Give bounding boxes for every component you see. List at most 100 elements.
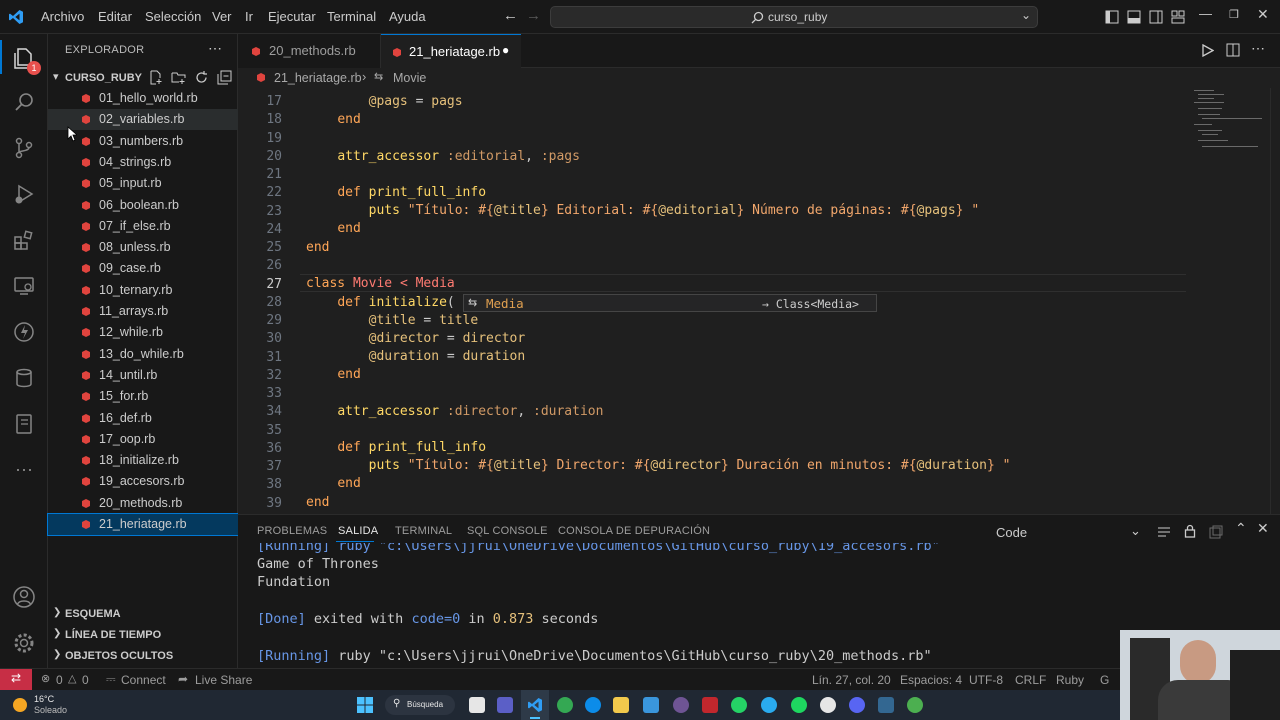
menu-editar[interactable]: Editar xyxy=(98,9,132,24)
file-item[interactable]: 14_until.rb xyxy=(48,365,238,386)
file-item[interactable]: 17_oop.rb xyxy=(48,429,238,450)
code-line[interactable]: @director = director xyxy=(306,331,526,346)
testing-icon[interactable] xyxy=(8,316,40,348)
file-item[interactable]: 10_ternary.rb xyxy=(48,280,238,301)
discord-icon[interactable] xyxy=(849,697,865,713)
search-icon[interactable] xyxy=(8,86,40,118)
restore-icon[interactable]: ❐ xyxy=(1229,8,1239,21)
customize-layout-icon[interactable] xyxy=(1171,10,1185,24)
file-item[interactable]: 18_initialize.rb xyxy=(48,450,238,471)
language-mode[interactable]: Ruby xyxy=(1056,673,1084,687)
file-item[interactable]: 21_heriatage.rb xyxy=(47,513,239,536)
windows-start-icon[interactable] xyxy=(357,697,373,713)
editor-scrollbar[interactable] xyxy=(1270,88,1278,514)
weather-desc[interactable]: Soleado xyxy=(34,705,67,715)
menu-ayuda[interactable]: Ayuda xyxy=(389,9,426,24)
breadcrumb-file[interactable]: 21_heriatage.rb xyxy=(274,71,362,85)
folder-header[interactable]: ▾ CURSO_RUBY xyxy=(48,68,238,88)
files-icon[interactable]: 1 xyxy=(8,42,41,75)
code-line[interactable]: end xyxy=(306,476,360,491)
teams-icon[interactable] xyxy=(497,697,513,713)
source-control-icon[interactable] xyxy=(8,132,40,164)
code-line[interactable]: def initialize( xyxy=(306,295,454,310)
file-explorer-icon[interactable] xyxy=(613,697,629,713)
panel-tab-terminal[interactable]: TERMINAL xyxy=(395,525,452,537)
code-line[interactable]: attr_accessor :editorial, :pags xyxy=(306,149,580,164)
section-hidden-objects[interactable]: ❯ OBJETOS OCULTOS xyxy=(48,646,238,666)
account-icon[interactable] xyxy=(8,581,40,613)
file-item[interactable]: 09_case.rb xyxy=(48,258,238,279)
code-line[interactable]: attr_accessor :director, :duration xyxy=(306,404,603,419)
status-extra[interactable]: G xyxy=(1100,673,1109,687)
breadcrumb-symbol[interactable]: Movie xyxy=(393,71,426,85)
file-item[interactable]: 16_def.rb xyxy=(48,408,238,429)
code-line[interactable]: puts "Título: #{@title} Director: #{@dir… xyxy=(306,458,1011,473)
autocomplete-item[interactable]: Media xyxy=(486,296,524,311)
app-hs-icon[interactable] xyxy=(907,697,923,713)
panel-tab-problems[interactable]: PROBLEMAS xyxy=(257,525,327,537)
code-line[interactable]: puts "Título: #{@title} Editorial: #{@ed… xyxy=(306,203,980,218)
code-line[interactable]: @title = title xyxy=(306,313,479,328)
autocomplete-popup[interactable]: ⇆ Media → Class<Media> xyxy=(463,294,877,312)
collapse-all-icon[interactable] xyxy=(217,70,232,85)
unsaved-dot-icon[interactable]: ● xyxy=(502,43,509,57)
menu-terminal[interactable]: Terminal xyxy=(327,9,376,24)
file-item[interactable]: 05_input.rb xyxy=(48,173,238,194)
chevron-down-icon[interactable]: ⌄ xyxy=(1021,8,1031,22)
minimap[interactable] xyxy=(1190,88,1268,158)
section-timeline[interactable]: ❯ LÍNEA DE TIEMPO xyxy=(48,625,238,645)
file-item[interactable]: 13_do_while.rb xyxy=(48,344,238,365)
telegram-icon[interactable] xyxy=(761,697,777,713)
error-count[interactable]: 0 xyxy=(56,673,63,687)
file-item[interactable]: 12_while.rb xyxy=(48,322,238,343)
error-icon[interactable]: ⊗ xyxy=(41,672,50,685)
panel-tab-debug-console[interactable]: CONSOLA DE DEPURACIÓN xyxy=(558,525,710,537)
postgres-icon[interactable] xyxy=(878,697,894,713)
edge-icon[interactable] xyxy=(585,697,601,713)
connect-label[interactable]: Connect xyxy=(121,673,166,687)
code-line[interactable]: def print_full_info xyxy=(306,440,486,455)
open-in-editor-icon[interactable] xyxy=(1209,525,1223,539)
code-line[interactable]: @duration = duration xyxy=(306,349,526,364)
obs-icon[interactable] xyxy=(820,697,836,713)
menu-ir[interactable]: Ir xyxy=(245,9,253,24)
toggle-secondary-sidebar-icon[interactable] xyxy=(1149,10,1163,24)
clear-output-icon[interactable] xyxy=(1157,525,1171,539)
eol[interactable]: CRLF xyxy=(1015,673,1046,687)
indentation[interactable]: Espacios: 4 xyxy=(900,673,962,687)
run-debug-icon[interactable] xyxy=(8,178,40,210)
menu-seleccion[interactable]: Selección xyxy=(145,9,201,24)
menu-archivo[interactable]: Archivo xyxy=(41,9,84,24)
toggle-sidebar-icon[interactable] xyxy=(1105,10,1119,24)
code-line[interactable]: end xyxy=(306,240,329,255)
output-channel-select[interactable]: Code ⌄ xyxy=(993,521,1143,543)
cursor-position[interactable]: Lín. 27, col. 20 xyxy=(812,673,891,687)
code-line[interactable]: end xyxy=(306,495,329,510)
file-item[interactable]: 07_if_else.rb xyxy=(48,216,238,237)
encoding[interactable]: UTF-8 xyxy=(969,673,1003,687)
menu-ejecutar[interactable]: Ejecutar xyxy=(268,9,316,24)
code-line[interactable]: end xyxy=(306,367,360,382)
file-item[interactable]: 11_arrays.rb xyxy=(48,301,238,322)
back-arrow-icon[interactable]: ← xyxy=(503,7,518,24)
toggle-panel-icon[interactable] xyxy=(1127,10,1141,24)
file-item[interactable]: 15_for.rb xyxy=(48,386,238,407)
github-icon[interactable] xyxy=(673,697,689,713)
lock-icon[interactable] xyxy=(1184,524,1196,538)
database-icon[interactable] xyxy=(8,362,40,394)
file-item[interactable]: 06_boolean.rb xyxy=(48,195,238,216)
settings-gear-icon[interactable] xyxy=(8,627,40,659)
more-actions-icon[interactable]: ⋯ xyxy=(208,40,222,57)
taskbar-search[interactable]: ⚲ Búsqueda xyxy=(385,695,455,715)
code-line[interactable]: @pags = pags xyxy=(306,94,463,109)
close-window-icon[interactable]: ✕ xyxy=(1257,6,1269,23)
file-item[interactable]: 04_strings.rb xyxy=(48,152,238,173)
notebook-icon[interactable] xyxy=(8,408,40,440)
warning-icon[interactable]: △ xyxy=(68,672,76,685)
more-actions-icon[interactable]: ⋯ xyxy=(1251,40,1265,57)
minimize-icon[interactable]: — xyxy=(1199,6,1212,21)
code-line[interactable]: end xyxy=(306,221,360,236)
file-item[interactable]: 08_unless.rb xyxy=(48,237,238,258)
chrome-icon[interactable] xyxy=(557,697,573,713)
forward-arrow-icon[interactable]: → xyxy=(526,7,541,24)
